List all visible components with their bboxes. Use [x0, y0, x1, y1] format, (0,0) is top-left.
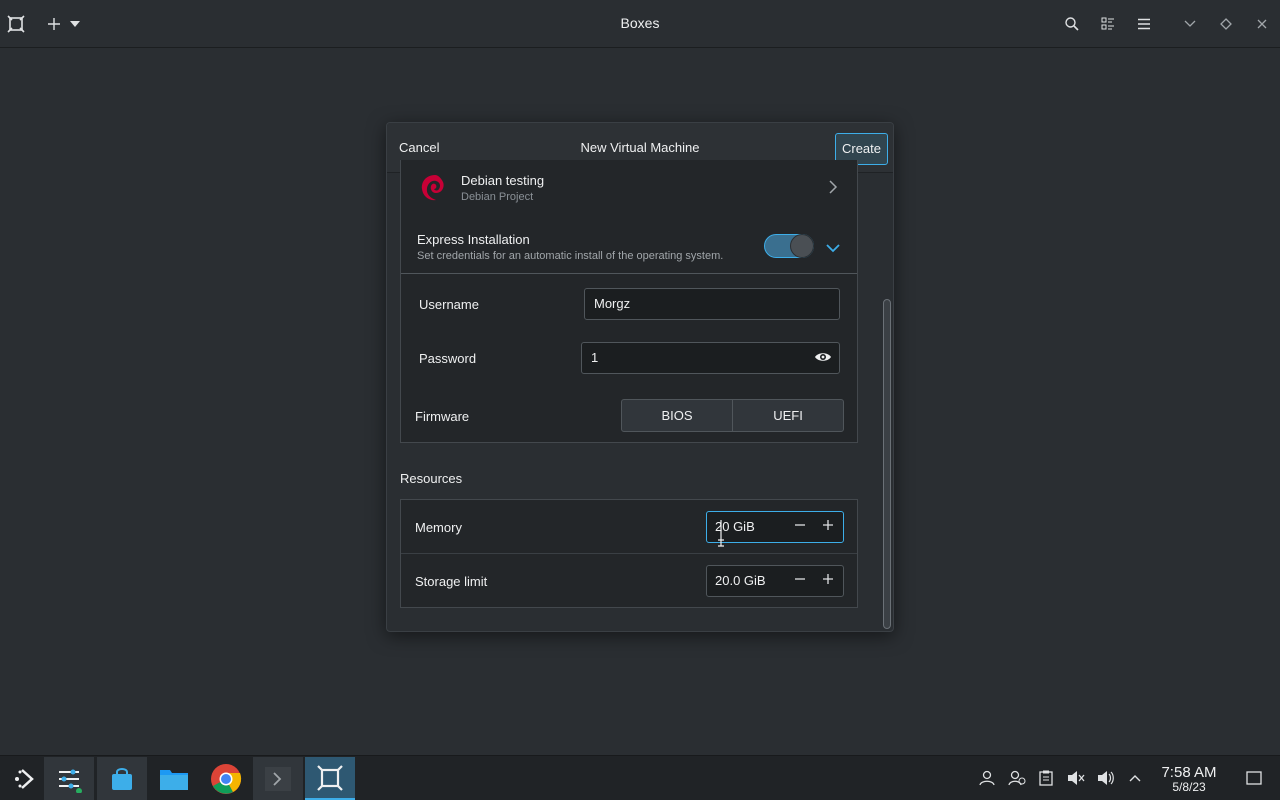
firmware-uefi-button[interactable]: UEFI	[732, 400, 843, 431]
close-icon[interactable]	[1250, 12, 1274, 36]
search-icon[interactable]	[1060, 12, 1084, 36]
express-subtitle: Set credentials for an automatic install…	[417, 250, 724, 262]
storage-value[interactable]: 20.0 GiB	[715, 573, 766, 588]
chevron-right-icon[interactable]	[828, 180, 838, 199]
title-bar: Boxes	[0, 0, 1280, 48]
chrome-icon[interactable]	[201, 757, 251, 800]
scrollbar-thumb[interactable]	[883, 299, 891, 629]
storage-label: Storage limit	[415, 574, 488, 589]
clock-date: 5/8/23	[1172, 780, 1206, 794]
username-field[interactable]: Morgz	[584, 288, 840, 320]
divider	[401, 553, 857, 554]
firmware-label: Firmware	[415, 409, 470, 424]
discover-store-icon[interactable]	[97, 757, 147, 800]
app-launcher-icon[interactable]	[0, 757, 50, 800]
boxes-icon[interactable]	[305, 757, 355, 800]
text-cursor-icon	[716, 519, 726, 552]
memory-decrease-icon[interactable]	[790, 517, 810, 537]
os-vendor: Debian Project	[461, 191, 534, 203]
username-label: Username	[419, 297, 479, 312]
storage-increase-icon[interactable]	[818, 571, 838, 591]
show-password-icon[interactable]	[814, 350, 832, 369]
express-title: Express Installation	[417, 232, 530, 247]
clock[interactable]: 7:58 AM 5/8/23	[1150, 764, 1228, 794]
dialog-title: New Virtual Machine	[580, 140, 700, 155]
minimize-icon[interactable]	[1178, 12, 1202, 36]
view-toggle-icon[interactable]	[1096, 12, 1120, 36]
firmware-bios-button[interactable]: BIOS	[622, 400, 732, 431]
storage-decrease-icon[interactable]	[790, 571, 810, 591]
window-title: Boxes	[620, 15, 660, 31]
clock-time: 7:58 AM	[1161, 764, 1217, 781]
divider	[401, 273, 857, 274]
terminal-icon[interactable]	[253, 757, 303, 800]
expand-tray-icon[interactable]	[1125, 768, 1145, 788]
password-field[interactable]: 1	[581, 342, 840, 374]
resources-heading: Resources	[400, 471, 463, 486]
user-icon[interactable]	[977, 768, 997, 788]
firmware-selector: BIOS UEFI	[621, 399, 844, 432]
system-settings-icon[interactable]	[44, 757, 94, 800]
password-label: Password	[419, 351, 477, 366]
user-switch-icon[interactable]	[1007, 768, 1027, 788]
debian-logo-icon	[418, 172, 448, 204]
os-name: Debian testing	[461, 173, 545, 188]
show-desktop-icon[interactable]	[1244, 768, 1264, 788]
file-manager-icon[interactable]	[149, 757, 199, 800]
clipboard-icon[interactable]	[1036, 768, 1056, 788]
express-toggle[interactable]	[764, 234, 814, 258]
maximize-icon[interactable]	[1214, 12, 1238, 36]
toggle-knob	[790, 234, 814, 258]
mute-icon[interactable]	[1066, 768, 1086, 788]
memory-increase-icon[interactable]	[818, 517, 838, 537]
volume-icon[interactable]	[1096, 768, 1116, 788]
menu-icon[interactable]	[1132, 12, 1156, 36]
memory-label: Memory	[415, 520, 462, 535]
chevron-down-icon[interactable]	[826, 240, 840, 258]
